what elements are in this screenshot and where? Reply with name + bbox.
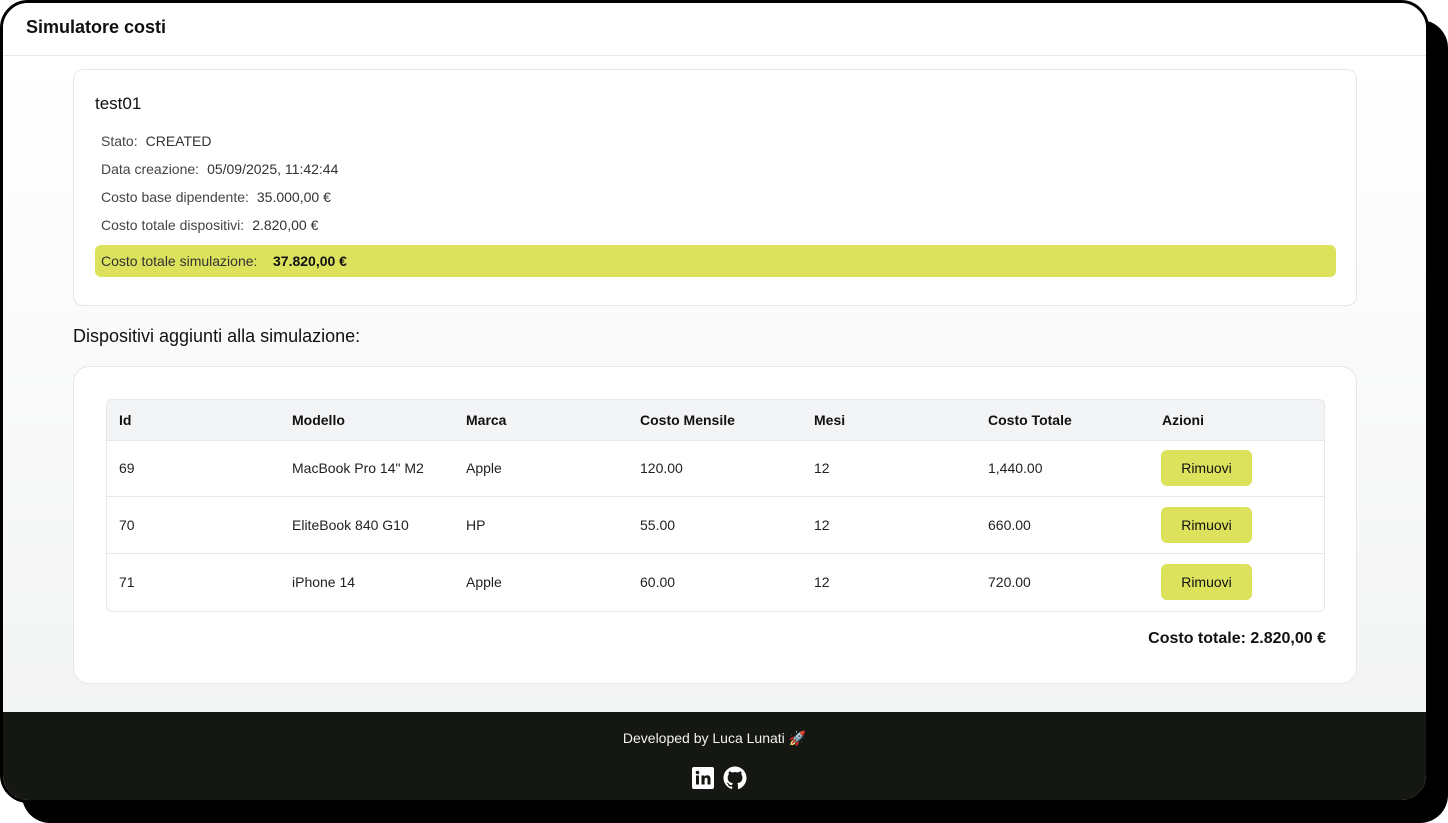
cell-total-cost: 1,440.00: [988, 460, 1043, 476]
table-row: 69 MacBook Pro 14" M2 Apple 120.00 12 1,…: [107, 440, 1324, 497]
status-label: Stato:: [101, 133, 138, 149]
column-header-actions: Azioni: [1162, 412, 1204, 428]
cell-model: iPhone 14: [292, 574, 356, 590]
column-header-months: Mesi: [814, 412, 846, 428]
column-header-brand: Marca: [466, 412, 507, 428]
remove-device-button[interactable]: Rimuovi: [1161, 564, 1252, 600]
top-bar: Simulatore costi: [3, 3, 1426, 56]
cell-monthly-cost: 60.00: [640, 574, 676, 590]
cell-model: EliteBook 840 G10: [292, 517, 409, 533]
devices-card: Id Modello Marca Costo Mensile Mesi Cost…: [73, 366, 1357, 684]
cell-months: 12: [814, 460, 830, 476]
main-content: test01 Stato: CREATED Data creazione: 05/0…: [3, 56, 1426, 712]
cell-monthly-cost: 55.00: [640, 517, 676, 533]
cell-brand: Apple: [466, 574, 502, 590]
base-cost-row: Costo base dipendente: 35.000,00 €: [101, 189, 331, 205]
devices-table: Id Modello Marca Costo Mensile Mesi Cost…: [106, 399, 1325, 612]
linkedin-icon[interactable]: [691, 766, 715, 790]
cell-id: 71: [119, 574, 135, 590]
creation-date-label: Data creazione:: [101, 161, 200, 177]
github-icon[interactable]: [723, 766, 747, 790]
simulation-total-value: 37.820,00 €: [273, 253, 347, 269]
table-row: 70 EliteBook 840 G10 HP 55.00 12 660.00 …: [107, 497, 1324, 554]
status-value: CREATED: [145, 133, 212, 149]
column-header-id: Id: [119, 412, 132, 428]
cell-months: 12: [814, 517, 830, 533]
base-cost-label: Costo base dipendente:: [101, 189, 249, 205]
cell-brand: Apple: [466, 460, 502, 476]
cell-id: 70: [119, 517, 135, 533]
devices-grand-total: Costo totale: 2.820,00 €: [1148, 630, 1326, 647]
footer-credit: Developed by Luca Lunati 🚀: [622, 730, 807, 746]
column-header-total-cost: Costo Totale: [988, 412, 1072, 428]
cell-brand: HP: [466, 517, 486, 533]
simulation-name: test01: [95, 94, 142, 113]
remove-device-button[interactable]: Rimuovi: [1161, 450, 1252, 486]
status-row: Stato: CREATED: [101, 133, 211, 149]
devices-cost-value: 2.820,00 €: [252, 217, 319, 233]
cell-total-cost: 720.00: [988, 574, 1031, 590]
footer: Developed by Luca Lunati 🚀: [3, 712, 1426, 800]
column-header-model: Modello: [292, 412, 345, 428]
creation-date-value: 05/09/2025, 11:42:44: [207, 161, 339, 177]
simulation-info-card: test01 Stato: CREATED Data creazione: 05/0…: [73, 69, 1357, 306]
app-title: Simulatore costi: [26, 17, 167, 37]
devices-section-title: Dispositivi aggiunti alla simulazione:: [73, 326, 361, 346]
cell-model: MacBook Pro 14" M2: [292, 460, 424, 476]
simulation-total-bar: Costo totale simulazione: 37.820,00 €: [95, 245, 1336, 277]
cell-id: 69: [119, 460, 135, 476]
creation-date-row: Data creazione: 05/09/2025, 11:42:44: [101, 161, 338, 177]
social-links: [691, 766, 747, 790]
remove-device-button[interactable]: Rimuovi: [1161, 507, 1252, 543]
table-header: Id Modello Marca Costo Mensile Mesi Cost…: [107, 400, 1324, 441]
cell-monthly-cost: 120.00: [640, 460, 683, 476]
simulation-total-label: Costo totale simulazione:: [101, 253, 258, 269]
cell-months: 12: [814, 574, 830, 590]
base-cost-value: 35.000,00 €: [256, 189, 331, 205]
devices-cost-row: Costo totale dispositivi: 2.820,00 €: [101, 217, 318, 233]
app-window: Simulatore costi test01 Stato: CREATED Da…: [0, 0, 1429, 803]
table-row: 71 iPhone 14 Apple 60.00 12 720.00 Rimuo…: [107, 554, 1324, 611]
cell-total-cost: 660.00: [988, 517, 1031, 533]
column-header-monthly-cost: Costo Mensile: [640, 412, 735, 428]
devices-cost-label: Costo totale dispositivi:: [101, 217, 245, 233]
